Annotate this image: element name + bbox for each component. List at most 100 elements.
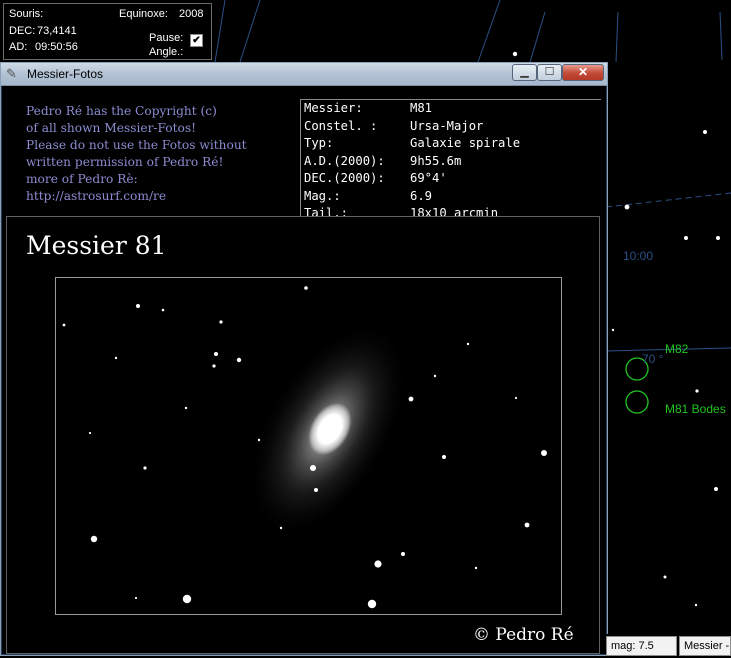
grid-line xyxy=(239,0,261,63)
detail-key: A.D.(2000): xyxy=(304,153,385,168)
grid-line xyxy=(615,11,619,63)
detail-row: Messier: M81 xyxy=(301,100,601,118)
detail-row: Mag.: 6.9 xyxy=(301,188,601,206)
star xyxy=(714,487,718,491)
star xyxy=(143,466,147,470)
coordinate-info-panel: Souris: Equinoxe: 2008 DEC: 73,4141 AD: … xyxy=(3,3,212,60)
detail-value: Ursa-Major xyxy=(410,118,484,133)
pause-checkbox[interactable]: ✔ xyxy=(190,34,203,47)
star xyxy=(304,286,308,290)
star xyxy=(703,130,707,134)
star xyxy=(512,51,518,57)
messier-tab[interactable]: Messier - xyxy=(679,636,731,656)
star xyxy=(466,342,470,346)
star xyxy=(136,304,140,308)
detail-key: Messier: xyxy=(304,101,363,115)
detail-value: 9h55.6m xyxy=(410,153,462,168)
star xyxy=(541,450,547,456)
status-bar: mag: 7.5 Messier - xyxy=(606,634,731,658)
angle-label: Angle.: xyxy=(149,46,184,58)
detail-row: Typ: Galaxie spirale xyxy=(301,135,601,153)
ra-label: 10:00 xyxy=(623,249,654,263)
grid-line xyxy=(719,11,723,61)
magnitude-status: mag: 7.5 xyxy=(606,636,677,656)
detail-value: Galaxie spirale xyxy=(410,136,521,150)
detail-row: Constel. : Ursa-Major xyxy=(301,118,601,136)
star xyxy=(161,308,165,312)
equinoxe-value: 2008 xyxy=(179,8,204,20)
detail-value: 69°4' xyxy=(410,171,447,185)
m81-galaxy-image xyxy=(62,286,547,609)
minimize-button[interactable]: ▁ xyxy=(512,64,537,81)
detail-value: 6.9 xyxy=(410,188,433,203)
photo-title: Messier 81 xyxy=(26,231,167,260)
m82-label[interactable]: M82 xyxy=(665,342,688,356)
souris-label: Souris: xyxy=(9,8,44,20)
star xyxy=(514,396,518,400)
close-button[interactable]: ✕ xyxy=(562,64,604,81)
ad-value: 09:50:56 xyxy=(35,41,78,53)
copyright-url[interactable]: http://astrosurf.com/re xyxy=(26,188,296,205)
star xyxy=(694,603,698,607)
copyright-line: more of Pedro Rè: xyxy=(26,172,138,186)
star xyxy=(214,352,218,356)
star xyxy=(367,599,377,609)
detail-key: Constel. : xyxy=(304,118,378,133)
star xyxy=(716,236,720,240)
ad-label: AD: xyxy=(9,41,28,53)
pause-label: Pause: xyxy=(149,32,184,44)
copyright-line: Please do not use the Fotos without xyxy=(26,138,247,152)
messier-fotos-window: ✎ Messier-Fotos ▁ ☐ ✕ Pedro Ré has the C… xyxy=(0,62,608,656)
ecliptic-line xyxy=(605,192,731,208)
copyright-line: written permission of Pedro Ré! xyxy=(26,155,224,169)
star xyxy=(90,535,98,543)
detail-value: M81 xyxy=(410,101,433,115)
grid-line xyxy=(529,11,546,63)
star xyxy=(88,431,92,435)
star xyxy=(279,526,283,530)
object-details-panel: Messier: M81 Constel. : Ursa-Major Typ: … xyxy=(300,99,601,222)
pen-icon: ✎ xyxy=(6,66,17,81)
detail-row: DEC.(2000): 69°4' xyxy=(301,170,601,188)
star xyxy=(695,389,699,393)
photo-credit: © Pedro Ré xyxy=(473,625,574,645)
star xyxy=(62,323,66,327)
star xyxy=(433,374,437,378)
detail-key: Typ: xyxy=(304,136,334,150)
detail-key: DEC.(2000): xyxy=(304,171,385,185)
star xyxy=(257,438,261,442)
equinoxe-label: Equinoxe: xyxy=(119,8,168,20)
dec-label: DEC: xyxy=(9,25,36,37)
dec-value: 73,4141 xyxy=(37,25,77,37)
detail-key: Mag.: xyxy=(304,188,341,203)
detail-row: A.D.(2000): 9h55.6m xyxy=(301,153,601,171)
star xyxy=(310,465,316,471)
star xyxy=(442,455,446,459)
window-title: Messier-Fotos xyxy=(27,67,104,81)
star xyxy=(236,357,242,363)
star xyxy=(684,236,688,240)
star xyxy=(408,396,414,402)
star xyxy=(524,522,530,528)
copyright-line: of all shown Messier-Fotos! xyxy=(26,121,197,135)
star xyxy=(374,560,382,568)
m81-marker xyxy=(625,390,649,414)
star xyxy=(314,488,318,492)
maximize-button[interactable]: ☐ xyxy=(537,64,562,81)
star xyxy=(134,596,138,600)
star xyxy=(114,356,118,360)
galaxy-photo xyxy=(55,277,562,615)
dec-label: 70 ° xyxy=(642,352,664,366)
star xyxy=(212,364,216,368)
star xyxy=(219,320,223,324)
window-titlebar[interactable]: ✎ Messier-Fotos ▁ ☐ ✕ xyxy=(1,63,607,86)
copyright-line: Pedro Ré has the Copyright (c) xyxy=(26,104,217,118)
m81-label[interactable]: M81 Bodes xyxy=(665,402,726,416)
star xyxy=(474,566,478,570)
star xyxy=(624,204,630,210)
grid-line xyxy=(214,0,226,63)
star xyxy=(401,552,405,556)
copyright-notice: Pedro Ré has the Copyright (c) of all sh… xyxy=(26,103,296,205)
photo-panel: Messier 81 © Pedro Ré xyxy=(6,216,600,654)
star xyxy=(611,328,615,332)
